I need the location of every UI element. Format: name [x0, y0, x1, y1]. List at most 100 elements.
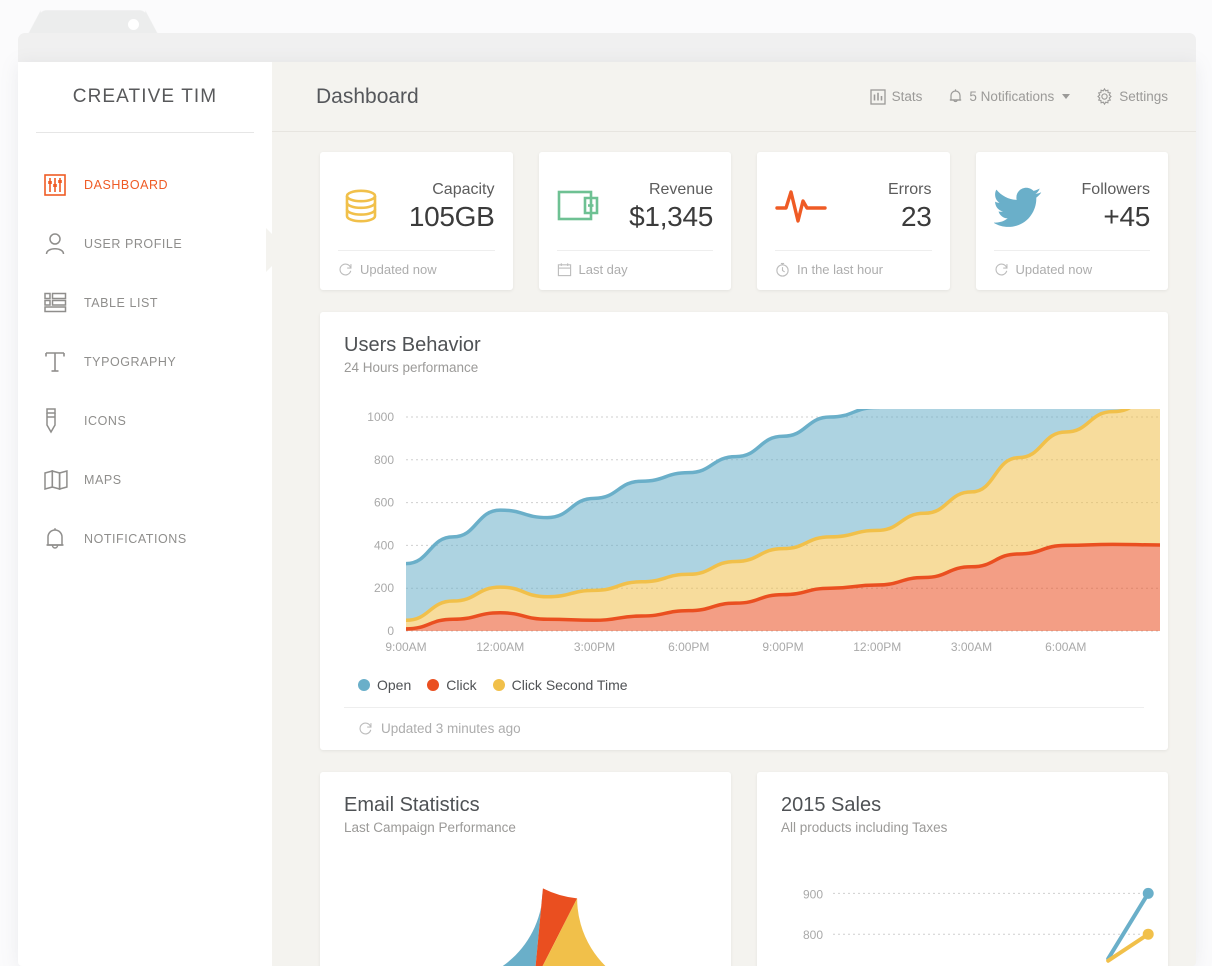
stats-icon: [870, 88, 886, 105]
brand-name: CREATIVE TIM: [72, 86, 218, 107]
svg-text:200: 200: [374, 581, 394, 595]
bell-icon: [948, 88, 963, 105]
bottom-cards-row: Email Statistics Last Campaign Performan…: [320, 772, 1168, 966]
stat-footer-label: Last day: [578, 262, 628, 277]
users-behavior-card: Users Behavior 24 Hours performance 0 200…: [320, 312, 1168, 750]
svg-text:9:00AM: 9:00AM: [385, 640, 426, 654]
svg-text:6:00AM: 6:00AM: [1045, 640, 1086, 654]
stat-label: Revenue: [648, 181, 713, 199]
user-icon: [44, 232, 84, 256]
active-item-pointer-icon: [266, 228, 288, 272]
topnav-label: Stats: [891, 89, 923, 104]
stat-label: Capacity: [432, 181, 495, 199]
refresh-icon: [358, 721, 373, 736]
sidebar-item-table-list[interactable]: TABLE LIST: [18, 273, 272, 332]
svg-text:900: 900: [803, 887, 823, 901]
svg-text:1000: 1000: [367, 410, 394, 424]
sales-2015-card: 2015 Sales All products including Taxes …: [757, 772, 1168, 966]
stat-cards-row: Capacity 105GB Updated now Revenue $1,34…: [320, 152, 1168, 290]
users-behavior-chart: 0 200 400 600 800 1000 9:00AM 12:00AM 3:00PM 6:00…: [344, 409, 1161, 659]
main-content: Dashboard Stats 5 Notifications Settings…: [272, 62, 1196, 966]
topnav-settings[interactable]: Settings: [1096, 88, 1168, 105]
sidebar-item-label: USER PROFILE: [84, 236, 183, 251]
sidebar-item-icons[interactable]: ICONS: [18, 391, 272, 450]
svg-text:3:00PM: 3:00PM: [574, 640, 615, 654]
chevron-down-icon: [1062, 94, 1071, 99]
card-title: Users Behavior: [344, 334, 481, 356]
topnav-label: Settings: [1119, 89, 1168, 104]
sidebar-item-label: TABLE LIST: [84, 295, 159, 310]
sidebar-item-label: MAPS: [84, 472, 122, 487]
svg-text:400: 400: [374, 538, 394, 552]
svg-text:12:00PM: 12:00PM: [853, 640, 901, 654]
app-root: CREATIVE TIM DASHBOARD USER PROFILE TABL…: [0, 0, 1212, 966]
sidebar-item-dashboard[interactable]: DASHBOARD: [18, 155, 272, 214]
legend-label: Click: [446, 677, 477, 693]
topnav-label: 5 Notifications: [969, 89, 1055, 104]
card-subtitle: All products including Taxes: [781, 820, 948, 835]
svg-text:800: 800: [803, 928, 823, 942]
stat-card-capacity: Capacity 105GB Updated now: [320, 152, 513, 290]
svg-text:600: 600: [374, 496, 394, 510]
sidebar-item-label: TYPOGRAPHY: [84, 354, 177, 369]
stat-footer: In the last hour: [775, 251, 932, 277]
legend-item-open: Open: [358, 677, 411, 693]
stat-card-errors: Errors 23 In the last hour: [757, 152, 950, 290]
stat-value: +45: [1103, 201, 1150, 233]
stat-value: 23: [900, 201, 932, 233]
legend-dot: [358, 679, 370, 691]
stat-value: 105GB: [408, 201, 495, 233]
topnav-notifications[interactable]: 5 Notifications: [948, 88, 1071, 105]
topbar: Dashboard Stats 5 Notifications Settings: [272, 62, 1196, 132]
sidebar-item-label: ICONS: [84, 413, 127, 428]
topbar-nav: Stats 5 Notifications Settings: [870, 88, 1168, 105]
table-icon: [44, 292, 84, 313]
legend-dot: [427, 679, 440, 691]
topnav-stats[interactable]: Stats: [870, 88, 923, 105]
card-footer: Updated 3 minutes ago: [344, 708, 1144, 750]
svg-text:12:00AM: 12:00AM: [476, 640, 524, 654]
sidebar-item-notifications[interactable]: NOTIFICATIONS: [18, 509, 272, 568]
map-icon: [44, 469, 84, 490]
stat-footer-label: Updated now: [360, 262, 437, 277]
legend-item-click-second-time: Click Second Time: [492, 677, 628, 693]
sidebar-item-label: DASHBOARD: [84, 177, 169, 192]
card-title: 2015 Sales: [781, 794, 882, 816]
area-chart-svg: 0 200 400 600 800 1000 9:00AM 12:00AM 3:00PM 6:00…: [367, 409, 1161, 654]
sidebar-nav: DASHBOARD USER PROFILE TABLE LIST TYPOGR…: [18, 133, 272, 568]
pulse-icon: [775, 187, 837, 227]
sliders-icon: [44, 173, 84, 196]
svg-text:9:00PM: 9:00PM: [762, 640, 803, 654]
stat-value: $1,345: [629, 201, 713, 233]
legend-dot: [492, 679, 505, 691]
refresh-icon: [994, 262, 1009, 277]
sidebar-item-maps[interactable]: MAPS: [18, 450, 272, 509]
calendar-icon: [557, 262, 572, 277]
pencil-icon: [44, 407, 84, 434]
wallet-icon: [557, 187, 619, 227]
card-subtitle: 24 Hours performance: [344, 360, 479, 375]
card-title: Email Statistics: [344, 794, 480, 816]
database-icon: [338, 184, 400, 230]
legend-item-click: Click: [427, 677, 477, 693]
stat-label: Errors: [887, 181, 932, 199]
gear-icon: [1096, 88, 1113, 105]
clock-icon: [775, 262, 790, 277]
card-subtitle: Last Campaign Performance: [344, 820, 516, 835]
browser-chrome: [18, 33, 1196, 64]
svg-text:0: 0: [387, 624, 394, 638]
sidebar-item-typography[interactable]: TYPOGRAPHY: [18, 332, 272, 391]
legend-label: Click Second Time: [511, 677, 628, 693]
content-area: Capacity 105GB Updated now Revenue $1,34…: [272, 132, 1196, 966]
stat-footer: Last day: [557, 251, 714, 277]
stat-footer: Updated now: [338, 251, 495, 277]
sidebar-item-user-profile[interactable]: USER PROFILE: [18, 214, 272, 273]
sidebar-item-label: NOTIFICATIONS: [84, 531, 187, 546]
stat-card-revenue: Revenue $1,345 Last day: [538, 152, 731, 290]
chart-legend: Open Click Click Second Time: [344, 659, 1144, 707]
legend-label: Open: [377, 677, 412, 693]
svg-text:800: 800: [374, 453, 394, 467]
bell-icon: [44, 527, 84, 551]
sidebar: CREATIVE TIM DASHBOARD USER PROFILE TABL…: [18, 62, 288, 966]
stat-card-followers: Followers +45 Updated now: [975, 152, 1168, 290]
